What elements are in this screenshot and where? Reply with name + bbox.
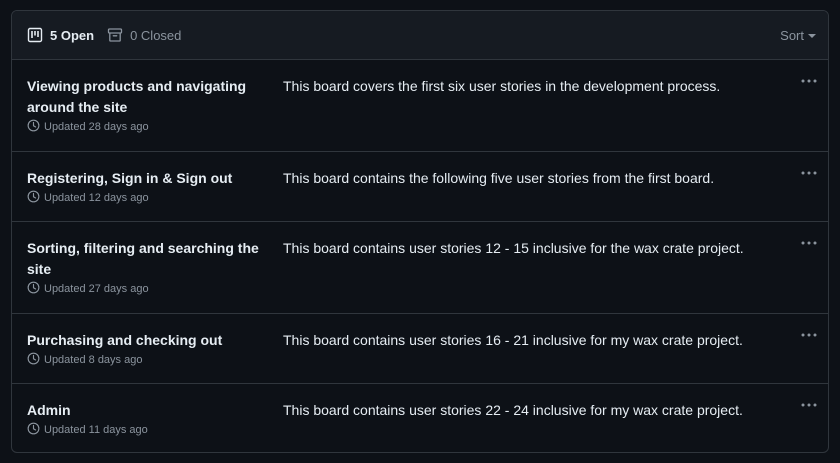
project-name-link[interactable]: Sorting, filtering and searching the sit… xyxy=(27,238,267,280)
project-row: Purchasing and checking out Updated 8 da… xyxy=(12,314,828,384)
project-updated: Updated 8 days ago xyxy=(27,352,828,368)
kebab-horizontal-icon[interactable] xyxy=(800,397,818,413)
project-updated-text: Updated 8 days ago xyxy=(44,354,143,366)
project-row: Registering, Sign in & Sign out Updated … xyxy=(12,152,828,222)
kebab-horizontal-icon[interactable] xyxy=(800,73,818,89)
project-row: Sorting, filtering and searching the sit… xyxy=(12,222,828,314)
clock-icon xyxy=(27,190,40,206)
project-name-link[interactable]: Registering, Sign in & Sign out xyxy=(27,168,267,189)
project-board-icon xyxy=(27,27,43,43)
project-updated-text: Updated 11 days ago xyxy=(44,424,148,436)
clock-icon xyxy=(27,119,40,135)
project-name-link[interactable]: Admin xyxy=(27,400,267,421)
project-list: Viewing products and navigating around t… xyxy=(12,60,828,452)
clock-icon xyxy=(27,422,40,438)
project-updated: Updated 27 days ago xyxy=(27,281,828,297)
project-updated-text: Updated 27 days ago xyxy=(44,283,149,295)
project-updated: Updated 12 days ago xyxy=(27,190,828,206)
open-projects-tab[interactable]: 5 Open xyxy=(27,27,94,43)
project-description: This board covers the first six user sto… xyxy=(283,78,721,94)
project-description: This board contains the following five u… xyxy=(283,170,715,186)
archive-icon xyxy=(107,27,123,43)
caret-down-icon xyxy=(808,33,816,38)
project-row: Viewing products and navigating around t… xyxy=(12,60,828,152)
sort-dropdown[interactable]: Sort xyxy=(780,28,816,43)
project-updated: Updated 11 days ago xyxy=(27,422,828,438)
closed-projects-label: 0 Closed xyxy=(130,27,182,43)
project-description: This board contains user stories 12 - 15… xyxy=(283,240,744,256)
project-updated-text: Updated 12 days ago xyxy=(44,192,149,204)
project-name-link[interactable]: Viewing products and navigating around t… xyxy=(27,76,267,118)
project-updated: Updated 28 days ago xyxy=(27,119,828,135)
kebab-horizontal-icon[interactable] xyxy=(800,235,818,251)
project-description: This board contains user stories 16 - 21… xyxy=(283,332,743,348)
kebab-horizontal-icon[interactable] xyxy=(800,327,818,343)
project-name-link[interactable]: Purchasing and checking out xyxy=(27,330,267,351)
projects-panel: 5 Open 0 Closed Sort Viewing products an… xyxy=(11,10,829,453)
project-updated-text: Updated 28 days ago xyxy=(44,121,149,133)
clock-icon xyxy=(27,352,40,368)
open-projects-label: 5 Open xyxy=(50,27,95,43)
sort-label: Sort xyxy=(780,27,804,43)
project-description: This board contains user stories 22 - 24… xyxy=(283,402,743,418)
kebab-horizontal-icon[interactable] xyxy=(800,165,818,181)
closed-projects-tab[interactable]: 0 Closed xyxy=(107,27,181,43)
clock-icon xyxy=(27,281,40,297)
project-row: Admin Updated 11 days ago This board con… xyxy=(12,384,828,452)
projects-header: 5 Open 0 Closed Sort xyxy=(12,11,828,60)
